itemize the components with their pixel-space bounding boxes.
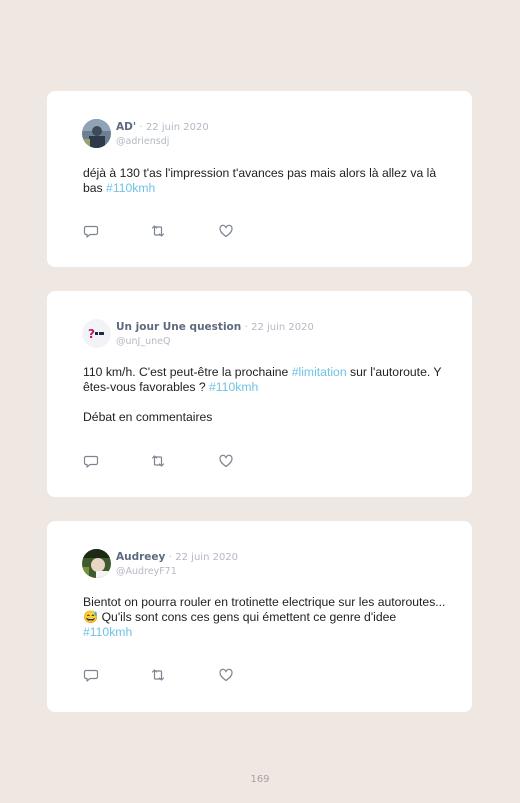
tweet-date[interactable]: 22 juin 2020 [146,122,209,133]
separator: · [244,322,248,333]
tweet-card: Audreey · 22 juin 2020 @AudreyF71 Biento… [47,521,472,712]
tweet-text-segment: 110 km/h. C'est peut-être la prochaine [83,365,292,379]
hashtag-link[interactable]: #limitation [292,365,347,379]
tweet-actions [83,223,243,239]
tweet-card: AD' · 22 juin 2020 @adriensdj déjà à 130… [47,91,472,267]
like-icon[interactable] [218,453,234,469]
tweet-header: Un jour Une question · 22 juin 2020 @unJ… [116,320,314,348]
tweet-text: Bientot on pourra rouler en trotinette e… [83,595,448,640]
sweat-smile-emoji: 😅 [83,610,99,624]
page-number: 169 [250,774,270,785]
avatar[interactable]: ? [82,319,111,348]
reply-icon[interactable] [83,223,99,239]
reply-icon[interactable] [83,453,99,469]
like-icon[interactable] [218,667,234,683]
hashtag-link[interactable]: #110kmh [83,625,132,639]
reply-icon[interactable] [83,667,99,683]
hashtag-link[interactable]: #110kmh [106,181,155,195]
tweet-text-segment: Débat en commentaires [83,410,213,424]
tweet-date[interactable]: 22 juin 2020 [175,552,238,563]
retweet-icon[interactable] [150,453,166,469]
tweet-text-segment: Bientot on pourra rouler en trotinette e… [83,595,446,609]
tweet-date[interactable]: 22 juin 2020 [251,322,314,333]
hashtag-link[interactable]: #110kmh [209,380,258,394]
author-name[interactable]: Audreey [116,551,165,563]
avatar[interactable] [82,549,111,578]
svg-text:?: ? [88,327,95,341]
separator: · [139,122,143,133]
author-name[interactable]: AD' [116,121,136,133]
author-handle[interactable]: @unJ_uneQ [116,335,314,348]
author-name[interactable]: Un jour Une question [116,321,241,333]
tweet-text-segment: Qu'ils sont cons ces gens qui émettent c… [98,610,397,624]
tweet-text: déjà à 130 t'as l'impression t'avances p… [83,166,448,196]
retweet-icon[interactable] [150,223,166,239]
tweet-header: AD' · 22 juin 2020 @adriensdj [116,120,209,148]
tweet-header: Audreey · 22 juin 2020 @AudreyF71 [116,550,238,578]
tweet-actions [83,453,243,469]
author-handle[interactable]: @AudreyF71 [116,565,238,578]
avatar[interactable] [82,119,111,148]
like-icon[interactable] [218,223,234,239]
tweet-actions [83,667,243,683]
author-handle[interactable]: @adriensdj [116,135,209,148]
tweet-card: ? Un jour Une question · 22 juin 2020 @u… [47,291,472,497]
tweet-text: 110 km/h. C'est peut-être la prochaine #… [83,365,448,425]
separator: · [168,552,172,563]
retweet-icon[interactable] [150,667,166,683]
